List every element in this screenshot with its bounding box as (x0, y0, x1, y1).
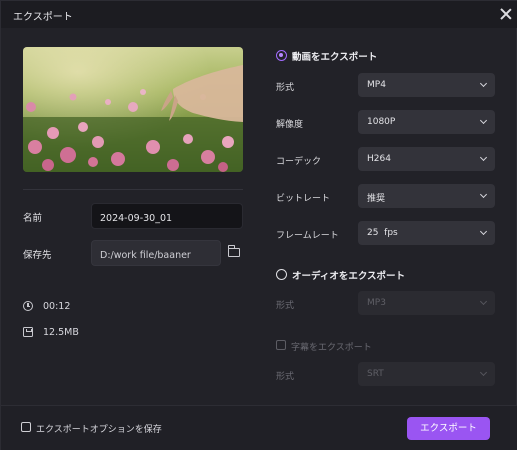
name-label: 名前 (23, 213, 43, 224)
clock-icon (23, 301, 33, 311)
format-value: MP4 (367, 80, 386, 90)
framerate-label: フレームレート (276, 231, 339, 241)
audio-format-select[interactable]: MP3 (358, 291, 495, 315)
video-export-label: 動画をエクスポート (292, 52, 378, 63)
bitrate-select[interactable]: 推奨 (358, 184, 495, 208)
dialog-title: エクスポート (13, 12, 73, 23)
resolution-select[interactable]: 1080P (358, 110, 495, 134)
framerate-value: 25 fps (367, 228, 398, 238)
chevron-down-icon (479, 227, 488, 236)
export-dialog: エクスポート 名前 2024-09-30_01 保存先 D:/work file… (0, 0, 517, 450)
audio-export-label: オーディオをエクスポート (292, 271, 406, 282)
title-bar: エクスポート (1, 1, 517, 28)
chevron-down-icon (479, 116, 488, 125)
audio-format-label: 形式 (276, 301, 295, 311)
file-size-value: 12.5MB (43, 327, 79, 338)
left-divider (23, 189, 243, 190)
bitrate-label: ビットレート (276, 194, 331, 204)
chevron-down-icon (479, 368, 488, 377)
save-path-field[interactable]: D:/work file/baaner (91, 240, 221, 266)
save-options-checkbox[interactable] (21, 422, 31, 432)
subtitle-export-label: 字幕をエクスポート (291, 343, 372, 353)
duration-value: 00:12 (43, 301, 71, 312)
subtitle-format-label: 形式 (276, 372, 295, 382)
codec-select[interactable]: H264 (358, 147, 495, 171)
disk-icon (23, 327, 33, 337)
bitrate-value: 推奨 (367, 194, 386, 204)
save-options-label: エクスポートオプションを保存 (36, 425, 162, 435)
audio-export-radio[interactable] (276, 269, 287, 280)
subtitle-export-checkbox[interactable] (276, 340, 286, 350)
chevron-down-icon (479, 79, 488, 88)
codec-label: コーデック (276, 157, 322, 167)
resolution-value: 1080P (367, 117, 396, 127)
format-select[interactable]: MP4 (358, 73, 495, 97)
chevron-down-icon (479, 153, 488, 162)
save-location-label: 保存先 (23, 250, 52, 261)
name-input[interactable]: 2024-09-30_01 (91, 203, 243, 229)
chevron-down-icon (479, 297, 488, 306)
preview-image (23, 47, 243, 172)
codec-value: H264 (367, 154, 391, 164)
subtitle-format-select[interactable]: SRT (358, 362, 495, 386)
folder-icon[interactable] (227, 245, 240, 257)
format-label: 形式 (276, 83, 295, 93)
subtitle-format-value: SRT (367, 369, 384, 379)
resolution-label: 解像度 (276, 120, 304, 130)
audio-format-value: MP3 (367, 298, 386, 308)
export-button[interactable]: エクスポート (407, 417, 490, 440)
close-icon[interactable] (498, 6, 514, 22)
chevron-down-icon (479, 190, 488, 199)
video-export-radio[interactable] (276, 50, 287, 61)
video-preview (23, 47, 243, 172)
framerate-select[interactable]: 25 fps (358, 221, 495, 245)
